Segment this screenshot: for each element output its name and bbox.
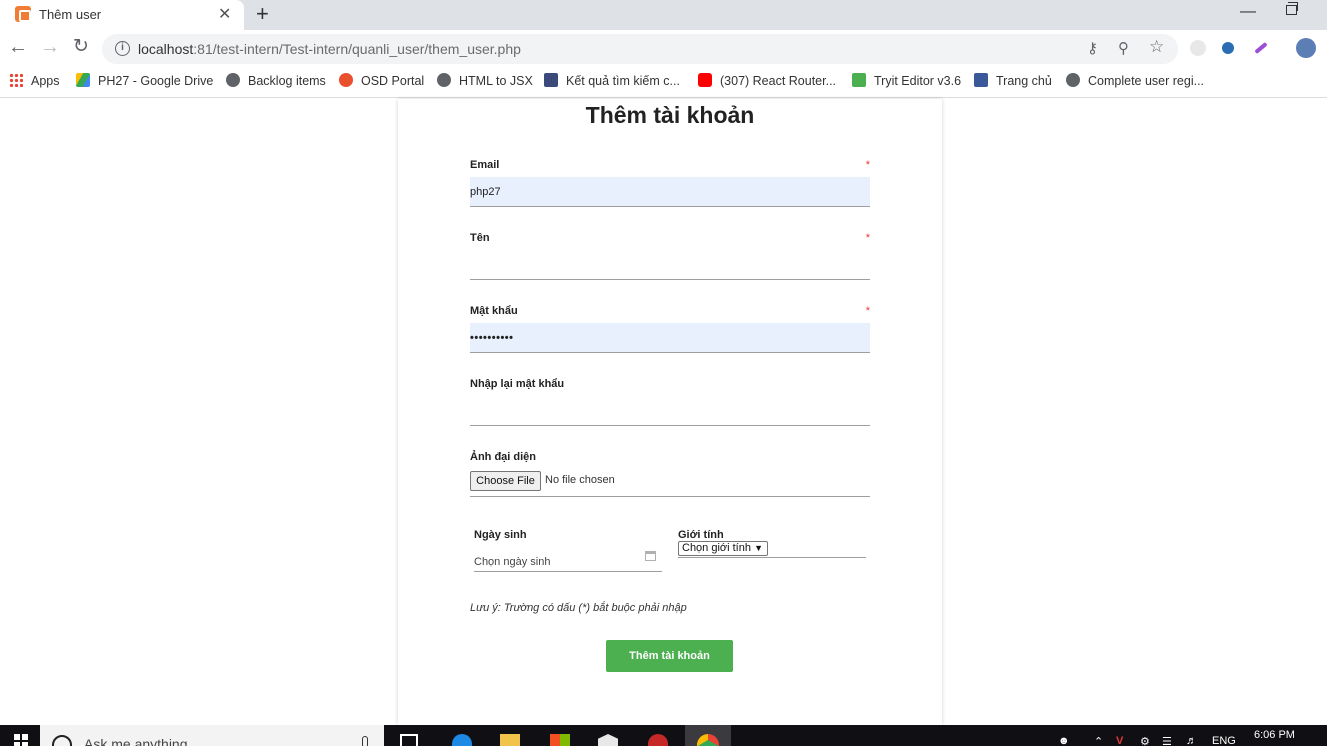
site-info-icon[interactable]: i [115, 41, 130, 56]
name-field-group: Tên * [470, 232, 870, 280]
task-view-icon[interactable] [400, 734, 418, 746]
choose-file-button[interactable]: Choose File [470, 471, 541, 491]
shield-icon [544, 73, 558, 87]
avatar-file-input[interactable]: Choose File No file chosen [470, 471, 870, 497]
address-bar[interactable]: i localhost:81/test-intern/Test-intern/q… [102, 34, 1178, 64]
show-hidden-icons-icon[interactable]: ⌃ [1094, 735, 1103, 746]
page-body: Thêm tài khoản Email * Tên * Mật khẩu * … [0, 99, 1327, 725]
email-label: Email [470, 159, 500, 171]
bookmarks-bar: Apps PH27 - Google Drive Backlog items O… [0, 67, 1327, 98]
birthday-label: Ngày sinh [474, 529, 527, 541]
bookmark-tryit-editor[interactable]: Tryit Editor v3.6 [852, 73, 961, 91]
microphone-icon[interactable] [362, 736, 368, 746]
gender-select[interactable]: Chọn giới tính ▼ [678, 541, 768, 556]
file-status-text: No file chosen [545, 474, 615, 486]
gender-label: Giới tính [678, 529, 724, 541]
taskbar-chrome-active[interactable] [685, 725, 731, 746]
browser-tab-active[interactable]: Thêm user ✕ [0, 0, 244, 30]
taskbar-search-text: Ask me anything [84, 736, 188, 746]
calendar-icon[interactable] [645, 551, 656, 561]
xampp-favicon-icon [15, 6, 31, 22]
name-label: Tên [470, 232, 490, 244]
confirm-password-label: Nhập lại mật khẩu [470, 378, 565, 390]
globe-icon [437, 73, 451, 87]
gender-field-group: Giới tính Chọn giới tính ▼ [678, 529, 866, 577]
new-tab-button[interactable]: + [256, 1, 269, 27]
forward-arrow-icon[interactable]: → [40, 37, 60, 57]
bookmark-google-drive[interactable]: PH27 - Google Drive [76, 73, 213, 91]
globe-icon [1066, 73, 1080, 87]
w3schools-icon [852, 73, 866, 87]
youtube-icon [698, 73, 712, 87]
network-icon[interactable]: ☰ [1162, 735, 1172, 746]
edge-browser-icon[interactable] [452, 734, 472, 746]
minimize-window-button[interactable]: — [1240, 3, 1256, 21]
password-label: Mật khẩu [470, 305, 518, 317]
bookmark-backlog[interactable]: Backlog items [226, 73, 326, 91]
bookmark-apps[interactable]: Apps [9, 73, 60, 91]
tab-title: Thêm user [39, 7, 102, 22]
confirm-password-input[interactable] [470, 396, 870, 426]
clock-time[interactable]: 6:06 PM [1254, 729, 1295, 741]
bookmark-react-router[interactable]: (307) React Router... [698, 73, 836, 91]
volume-icon[interactable]: ♬ [1186, 735, 1197, 746]
bookmark-search-results[interactable]: Kết quả tìm kiếm c... [544, 73, 680, 91]
restore-window-button[interactable] [1286, 2, 1298, 15]
name-input[interactable] [470, 250, 870, 280]
windows-taskbar: Ask me anything ☻ ⌃ V ⚙ ☰ ♬ ENG 6:06 PM [0, 725, 1327, 746]
app-icon[interactable] [648, 734, 668, 746]
file-explorer-icon[interactable] [500, 734, 520, 746]
confirm-password-field-group: Nhập lại mật khẩu [470, 378, 870, 426]
key-icon[interactable]: ⚷ [1087, 39, 1098, 57]
bookmark-complete-user[interactable]: Complete user regi... [1066, 73, 1204, 91]
add-user-form-card: Thêm tài khoản Email * Tên * Mật khẩu * … [398, 99, 942, 725]
cortana-icon [52, 735, 72, 746]
bookmark-osd-portal[interactable]: OSD Portal [339, 73, 424, 91]
osd-icon [339, 73, 353, 87]
taskbar-search-box[interactable]: Ask me anything [40, 725, 384, 746]
bookmark-star-icon[interactable]: ☆ [1149, 37, 1164, 57]
apps-grid-icon [9, 73, 23, 87]
back-arrow-icon[interactable]: ← [8, 37, 28, 57]
required-mark: * [865, 232, 870, 244]
zoom-icon[interactable]: ⚲ [1118, 39, 1129, 57]
gender-selected-text: Chọn giới tính [682, 542, 751, 554]
required-mark: * [865, 159, 870, 171]
form-title: Thêm tài khoản [585, 102, 755, 128]
birthday-field-group: Ngày sinh Chọn ngày sinh [474, 529, 662, 577]
language-indicator[interactable]: ENG [1212, 735, 1236, 746]
extension-icon[interactable] [1222, 42, 1234, 54]
gender-select-wrapper: Chọn giới tính ▼ [678, 541, 866, 558]
avatar-field-group: Ảnh đại diện Choose File No file chosen [470, 451, 870, 503]
chrome-icon [697, 734, 719, 746]
url-text[interactable]: localhost:81/test-intern/Test-intern/qua… [138, 41, 521, 57]
antivirus-tray-icon[interactable]: V [1116, 735, 1123, 746]
birthday-placeholder: Chọn ngày sinh [474, 556, 551, 568]
email-field-group: Email * [470, 159, 870, 207]
dropdown-arrow-icon: ▼ [754, 543, 763, 553]
store-icon[interactable] [550, 734, 570, 746]
birthday-input[interactable]: Chọn ngày sinh [474, 548, 662, 572]
reload-icon[interactable]: ↻ [73, 37, 89, 57]
bookmark-trang-chu[interactable]: Trang chủ [974, 73, 1052, 91]
close-tab-icon[interactable]: ✕ [218, 4, 231, 24]
bookmark-html-to-jsx[interactable]: HTML to JSX [437, 73, 533, 91]
required-note: Lưu ý: Trường có dấu (*) bắt buộc phải n… [470, 602, 687, 614]
password-input[interactable] [470, 323, 870, 353]
settings-tray-icon[interactable]: ⚙ [1140, 735, 1150, 746]
people-icon[interactable]: ☻ [1058, 735, 1070, 746]
browser-tab-strip: Thêm user ✕ + — [0, 0, 1327, 30]
facebook-icon [974, 73, 988, 87]
required-mark: * [865, 305, 870, 317]
windows-start-icon[interactable] [14, 734, 28, 746]
profile-avatar-icon[interactable] [1296, 38, 1316, 58]
google-drive-icon [76, 73, 90, 87]
email-input[interactable] [470, 177, 870, 207]
password-field-group: Mật khẩu * [470, 305, 870, 353]
avatar-label: Ảnh đại diện [470, 451, 536, 463]
globe-icon [226, 73, 240, 87]
add-account-button[interactable]: Thêm tài khoản [606, 640, 733, 672]
mail-icon[interactable] [598, 734, 618, 746]
extension-icon[interactable] [1190, 40, 1206, 56]
